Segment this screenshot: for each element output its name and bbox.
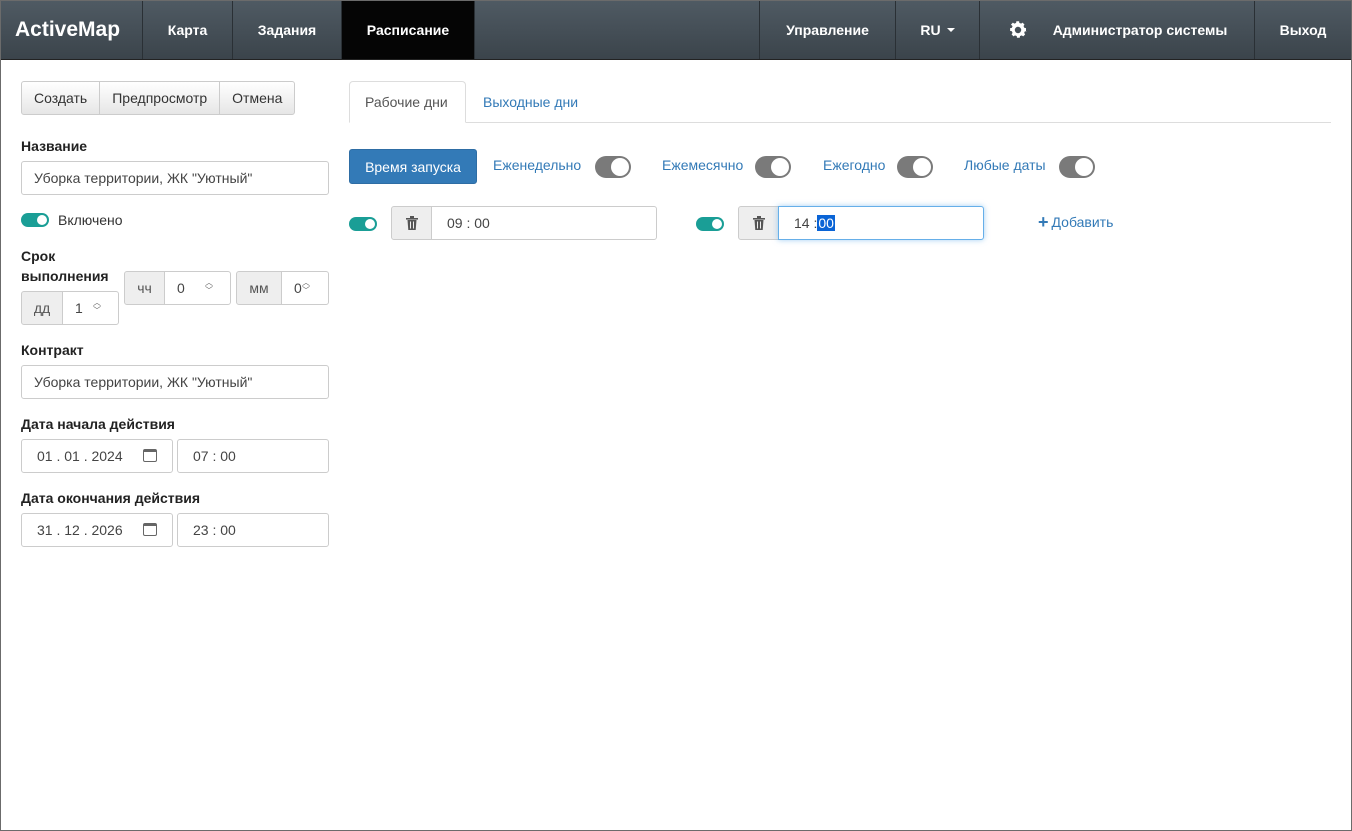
weekly-label[interactable]: Еженедельно <box>493 157 581 173</box>
time-slot-1-toggle[interactable] <box>349 217 377 231</box>
contract-input[interactable]: Уборка территории, ЖК "Уютный" <box>21 365 329 399</box>
add-time-link[interactable]: + Добавить <box>1038 212 1114 232</box>
yearly-toggle[interactable] <box>897 156 933 178</box>
brand-logo[interactable]: ActiveMap <box>1 1 143 59</box>
top-navbar: ActiveMap Карта Задания Расписание Управ… <box>1 1 1351 60</box>
end-time-input[interactable]: 23 : 00 <box>177 513 329 547</box>
monthly-label[interactable]: Ежемесячно <box>662 157 743 173</box>
calendar-icon[interactable] <box>143 523 157 536</box>
any-dates-toggle[interactable] <box>1059 156 1095 178</box>
trash-icon <box>405 216 418 230</box>
deadline-label-2: выполнения <box>21 268 109 284</box>
yearly-label[interactable]: Ежегодно <box>823 157 885 173</box>
name-input[interactable]: Уборка территории, ЖК "Уютный" <box>21 161 329 195</box>
tab-weekends[interactable]: Выходные дни <box>468 81 593 123</box>
hours-value: 0 <box>177 280 185 296</box>
lang-label: RU <box>920 22 941 38</box>
action-button-group: Создать Предпросмотр Отмена <box>21 81 296 115</box>
monthly-toggle[interactable] <box>755 156 791 178</box>
any-dates-label[interactable]: Любые даты <box>964 157 1046 173</box>
hours-input[interactable]: 0 <box>164 271 231 305</box>
user-menu[interactable]: Администратор системы <box>980 1 1255 59</box>
hours-spinner-icon[interactable]: ︿ ﹀ <box>202 278 216 296</box>
calendar-icon[interactable] <box>143 449 157 462</box>
create-button[interactable]: Создать <box>22 82 101 114</box>
nav-map[interactable]: Карта <box>143 1 233 59</box>
minutes-addon: мм <box>236 271 282 305</box>
trash-icon <box>752 216 765 230</box>
delete-time-1-button[interactable] <box>391 206 432 240</box>
enabled-label: Включено <box>58 212 123 228</box>
enabled-toggle[interactable] <box>21 213 49 227</box>
nav-schedule[interactable]: Расписание <box>342 1 475 59</box>
logout-link[interactable]: Выход <box>1255 1 1351 59</box>
delete-time-2-button[interactable] <box>738 206 779 240</box>
day-type-tabs: Рабочие дни Выходные дни <box>349 81 1331 123</box>
time-slot-2-minutes-selected: 00 <box>817 215 835 231</box>
start-date-value: 01 . 01 . 2024 <box>37 448 123 464</box>
days-value: 1 <box>75 300 83 316</box>
caret-down-icon <box>946 28 955 32</box>
time-slot-1-input[interactable]: 09 : 00 <box>431 206 657 240</box>
gear-icon <box>1009 21 1027 38</box>
add-time-label: Добавить <box>1051 214 1114 230</box>
cancel-button[interactable]: Отмена <box>220 82 294 114</box>
time-slot-2-input[interactable]: 14 :00 <box>778 206 984 240</box>
hours-addon: чч <box>124 271 165 305</box>
time-slot-2-hours: 14 : <box>794 215 818 231</box>
start-time-input[interactable]: 07 : 00 <box>177 439 329 473</box>
plus-icon: + <box>1038 212 1049 232</box>
end-date-label: Дата окончания действия <box>21 490 201 506</box>
nav-spacer <box>475 1 760 59</box>
days-spinner-icon[interactable]: ︿ ﹀ <box>90 298 104 316</box>
contract-label: Контракт <box>21 342 84 358</box>
start-date-label: Дата начала действия <box>21 416 175 432</box>
weekly-toggle[interactable] <box>595 156 631 178</box>
deadline-label-1: Срок <box>21 248 56 264</box>
end-date-value: 31 . 12 . 2026 <box>37 522 123 538</box>
time-slot-2-toggle[interactable] <box>696 217 724 231</box>
name-label: Название <box>21 138 88 154</box>
launch-time-button[interactable]: Время запуска <box>349 149 477 184</box>
days-addon: дд <box>21 291 63 325</box>
minutes-spinner-icon[interactable]: ︿ ﹀ <box>299 278 313 296</box>
nav-tasks[interactable]: Задания <box>233 1 342 59</box>
lang-dropdown[interactable]: RU <box>896 1 980 59</box>
user-name: Администратор системы <box>1052 22 1228 38</box>
nav-manage[interactable]: Управление <box>760 1 896 59</box>
tab-workdays[interactable]: Рабочие дни <box>349 81 466 123</box>
preview-button[interactable]: Предпросмотр <box>100 82 221 114</box>
